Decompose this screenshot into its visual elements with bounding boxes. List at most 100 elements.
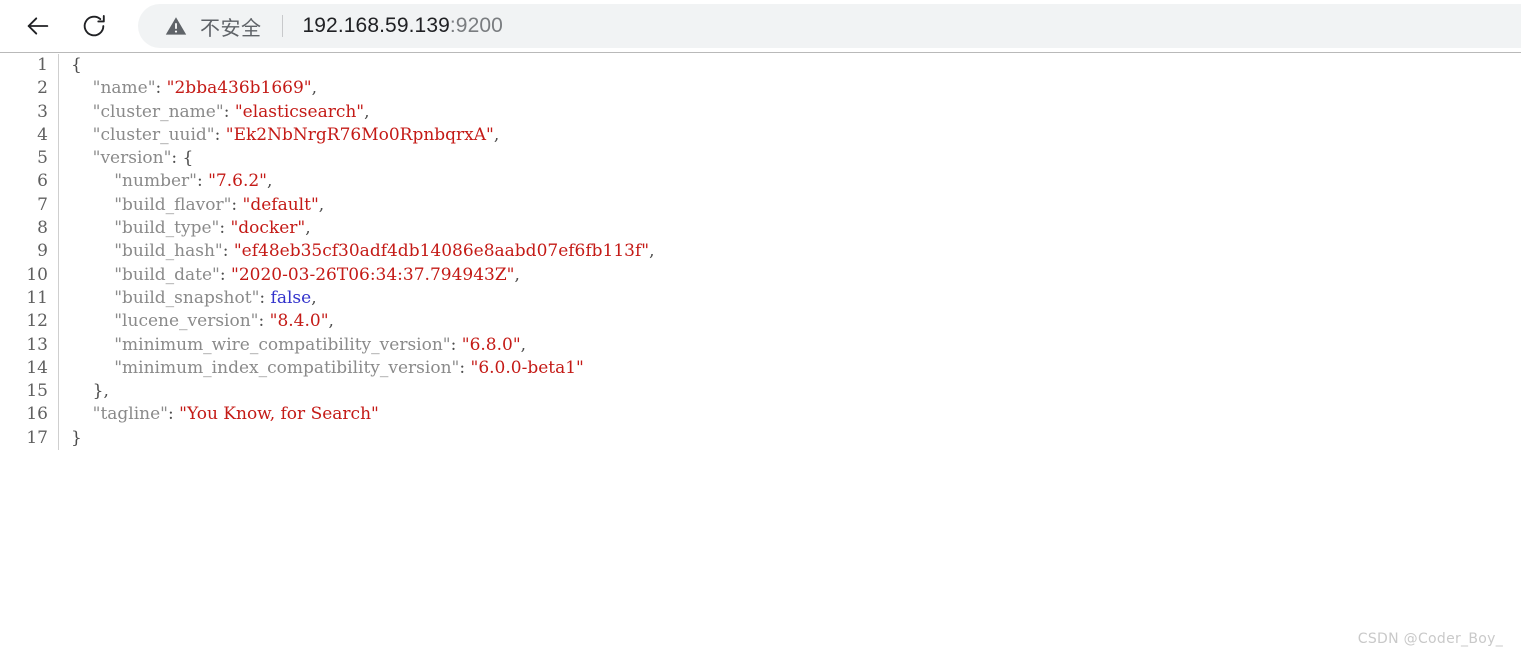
code-line: 2 "name": "2bba436b1669", (0, 77, 655, 101)
code-line-content: "cluster_name": "elasticsearch", (59, 101, 655, 124)
code-line: 9 "build_hash": "ef48eb35cf30adf4db14086… (0, 240, 655, 264)
back-button[interactable] (16, 4, 60, 48)
json-token-punct: : (219, 218, 231, 239)
omnibox-divider (281, 15, 283, 37)
json-token-punct: { (71, 55, 82, 75)
json-token-punct: : (222, 241, 234, 262)
json-token-punct: : (259, 287, 271, 308)
json-token-punct: : (459, 357, 471, 378)
code-line-content: "minimum_index_compatibility_version": "… (59, 357, 655, 380)
json-token-bool: false (270, 287, 312, 308)
json-token-punct: , (305, 218, 311, 239)
code-line-content: "build_snapshot": false, (59, 287, 655, 310)
code-line: 15 }, (0, 380, 655, 404)
json-token-key: "cluster_name" (92, 101, 224, 122)
browser-toolbar: 不安全 192.168.59.139:9200 (0, 0, 1521, 53)
code-line-content: "build_type": "docker", (59, 217, 655, 240)
json-token-str: "6.8.0" (461, 334, 521, 355)
json-token-punct: : { (171, 148, 194, 169)
line-number: 17 (0, 426, 59, 451)
watermark: CSDN @Coder_Boy_ (1357, 631, 1503, 647)
reload-button[interactable] (72, 4, 116, 48)
json-token-punct: : (168, 404, 180, 425)
code-table: 1{2 "name": "2bba436b1669", 3 "cluster_na… (0, 54, 655, 451)
code-lines: 1{2 "name": "2bba436b1669", 3 "cluster_na… (0, 54, 655, 451)
address-bar[interactable]: 不安全 192.168.59.139:9200 (138, 4, 1521, 48)
json-token-str: "Ek2NbNrgR76Mo0RpnbqrxA" (225, 124, 494, 145)
url-port: :9200 (449, 14, 503, 37)
code-line-content: } (59, 427, 655, 450)
code-line: 5 "version": { (0, 147, 655, 171)
json-token-key: "tagline" (92, 404, 168, 425)
json-token-key: "build_type" (114, 218, 220, 239)
json-token-str: "You Know, for Search" (179, 404, 379, 425)
json-token-str: "default" (242, 194, 319, 215)
code-line-content: "tagline": "You Know, for Search" (59, 403, 655, 426)
json-token-punct: , (318, 194, 325, 215)
json-token-punct: : (231, 194, 243, 215)
code-line: 11 "build_snapshot": false, (0, 286, 655, 311)
json-response-viewer: 1{2 "name": "2bba436b1669", 3 "cluster_na… (0, 54, 1521, 655)
line-number: 16 (0, 403, 59, 427)
json-token-key: "minimum_wire_compatibility_version" (114, 334, 451, 355)
warning-triangle-icon[interactable] (164, 14, 188, 38)
json-token-str: "ef48eb35cf30adf4db14086e8aabd07ef6fb113… (233, 241, 650, 262)
json-token-punct: , (267, 171, 273, 192)
json-token-punct: : (450, 334, 462, 355)
code-line: 16 "tagline": "You Know, for Search" (0, 403, 655, 427)
line-number: 8 (0, 217, 59, 241)
json-token-punct: , (328, 311, 334, 332)
json-token-punct: , (514, 264, 520, 285)
json-token-punct: , (311, 287, 317, 308)
code-line: 8 "build_type": "docker", (0, 217, 655, 241)
code-line-content: "build_hash": "ef48eb35cf30adf4db14086e8… (59, 240, 655, 263)
code-line-content: "cluster_uuid": "Ek2NbNrgR76Mo0RpnbqrxA"… (59, 124, 655, 147)
json-token-punct: : (258, 311, 270, 332)
json-token-key: "cluster_uuid" (92, 124, 215, 145)
json-token-key: "name" (92, 78, 156, 99)
json-token-key: "build_date" (114, 264, 220, 285)
json-token-key: "build_flavor" (114, 194, 232, 215)
json-token-key: "version" (92, 148, 172, 169)
security-status-label: 不安全 (200, 15, 262, 40)
json-token-punct: }, (92, 381, 109, 402)
code-line-content: "version": { (59, 147, 655, 170)
line-number: 5 (0, 147, 59, 171)
json-token-key: "minimum_index_compatibility_version" (114, 357, 460, 378)
code-line-content: "build_date": "2020-03-26T06:34:37.79494… (59, 264, 655, 287)
line-number: 15 (0, 380, 59, 404)
json-token-punct: : (155, 78, 167, 99)
json-token-punct: : (214, 124, 226, 145)
line-number: 11 (0, 286, 59, 311)
line-number: 12 (0, 310, 59, 334)
reload-icon (80, 12, 108, 40)
json-token-key: "lucene_version" (114, 311, 259, 332)
json-token-str: "2bba436b1669" (166, 78, 312, 99)
line-number: 13 (0, 333, 59, 357)
code-line: 14 "minimum_index_compatibility_version"… (0, 356, 655, 381)
json-token-str: "6.0.0-beta1" (470, 357, 584, 378)
line-number: 9 (0, 240, 59, 264)
json-token-key: "number" (114, 171, 197, 192)
json-token-key: "build_snapshot" (114, 287, 260, 308)
back-arrow-icon (24, 12, 52, 40)
json-token-punct: : (196, 171, 209, 192)
line-number: 6 (0, 170, 59, 194)
json-token-punct: } (71, 427, 82, 448)
json-token-punct: , (649, 241, 655, 262)
json-token-punct: , (364, 101, 370, 122)
